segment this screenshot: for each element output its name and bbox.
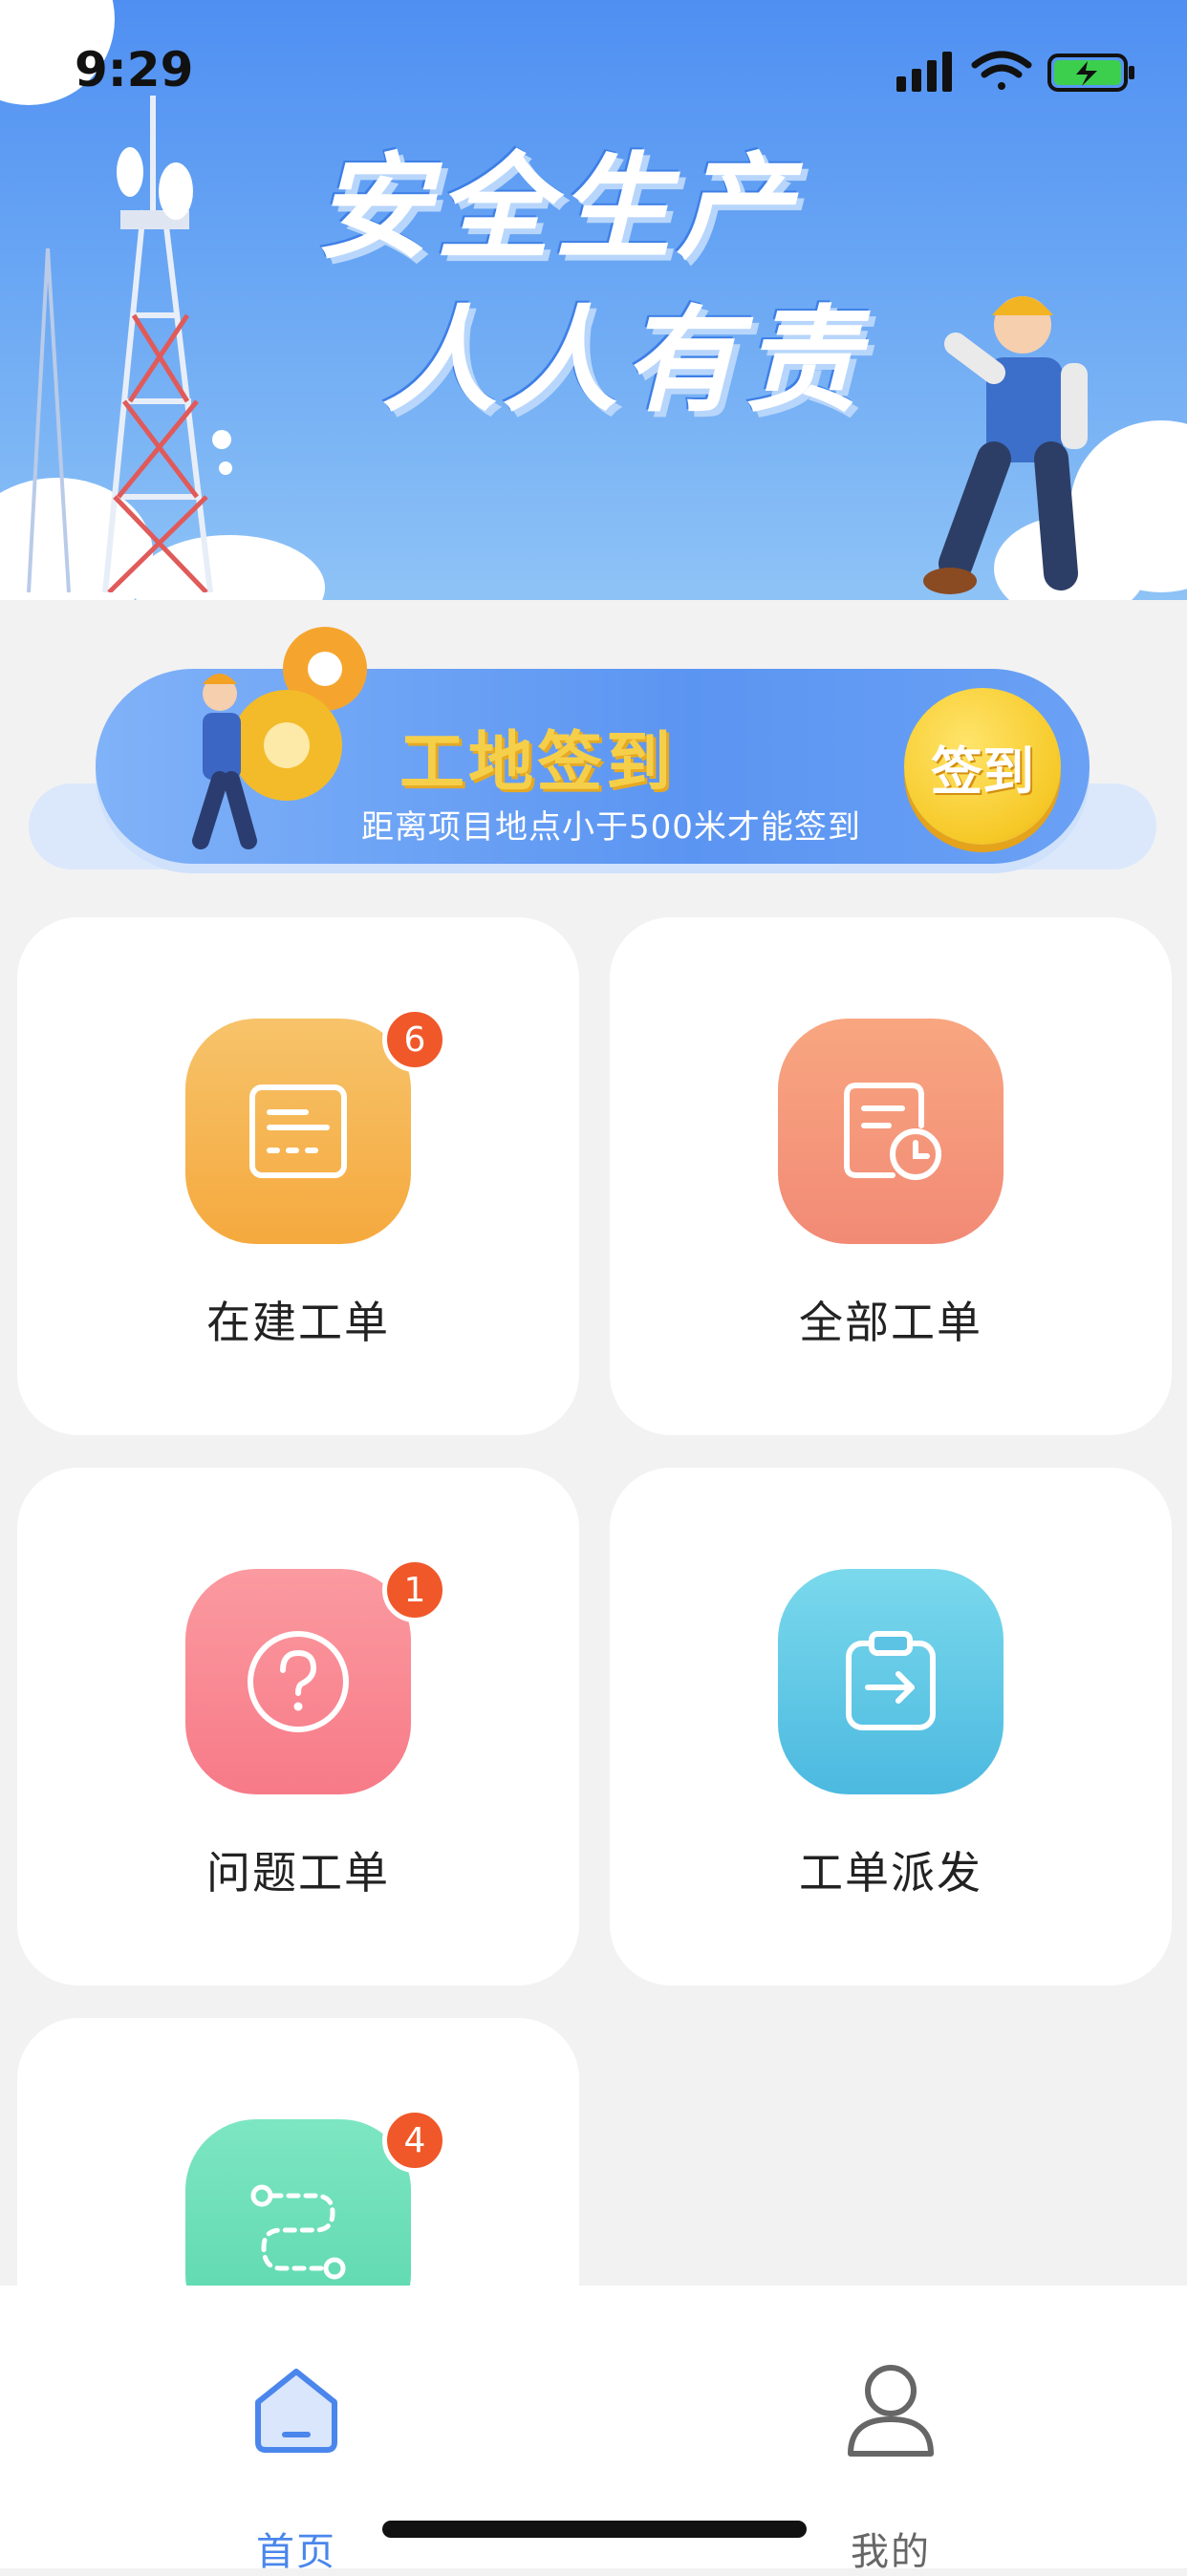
sign-in-subtitle: 距离项目地点小于500米才能签到 — [361, 808, 861, 847]
tile-label: 全部工单 — [799, 1297, 982, 1348]
question-circle-icon — [248, 1631, 349, 1732]
tile-icon-bg — [778, 1019, 1004, 1244]
tile-label: 工单派发 — [799, 1847, 982, 1899]
tile-icon-bg — [185, 1569, 411, 1794]
worker-illustration — [923, 296, 1088, 594]
tile-dispatch-orders[interactable]: 工单派发 — [610, 1468, 1172, 1986]
status-icons — [896, 51, 1134, 92]
signal-tower-illustration — [27, 96, 232, 592]
home-indicator — [382, 2521, 807, 2538]
tile-label: 问题工单 — [206, 1847, 390, 1899]
tile-all-orders[interactable]: 全部工单 — [610, 917, 1172, 1435]
wifi-icon — [971, 51, 1032, 90]
status-time: 9:29 — [75, 42, 194, 97]
clipboard-arrow-icon — [846, 1631, 936, 1730]
tile-icon-bg — [185, 1019, 411, 1244]
document-list-icon — [249, 1084, 347, 1178]
banner-title-line1: 安全生产 — [315, 142, 797, 275]
sign-in-button[interactable]: 签到 — [904, 688, 1061, 845]
header-banner: 安全生产 人人有责 9:29 — [0, 0, 1187, 600]
banner-title-line2: 人人有责 — [382, 295, 864, 428]
cellular-signal-icon — [896, 52, 952, 92]
battery-icon — [1047, 54, 1134, 92]
tile-problem-orders[interactable]: 1 问题工单 — [17, 1468, 579, 1986]
notification-badge: 6 — [382, 1007, 447, 1072]
tile-in-progress-orders[interactable]: 6 在建工单 — [17, 917, 579, 1435]
home-icon — [255, 2369, 337, 2453]
notification-badge: 4 — [382, 2108, 447, 2173]
tile-icon-bg — [778, 1569, 1004, 1794]
document-clock-icon — [844, 1083, 941, 1180]
notification-badge: 1 — [382, 1557, 447, 1622]
sign-in-title: 工地签到 — [399, 725, 676, 801]
tile-label: 在建工单 — [206, 1297, 390, 1348]
route-icon — [250, 2184, 346, 2280]
gear-worker-illustration — [192, 627, 367, 849]
user-icon — [848, 2365, 934, 2457]
